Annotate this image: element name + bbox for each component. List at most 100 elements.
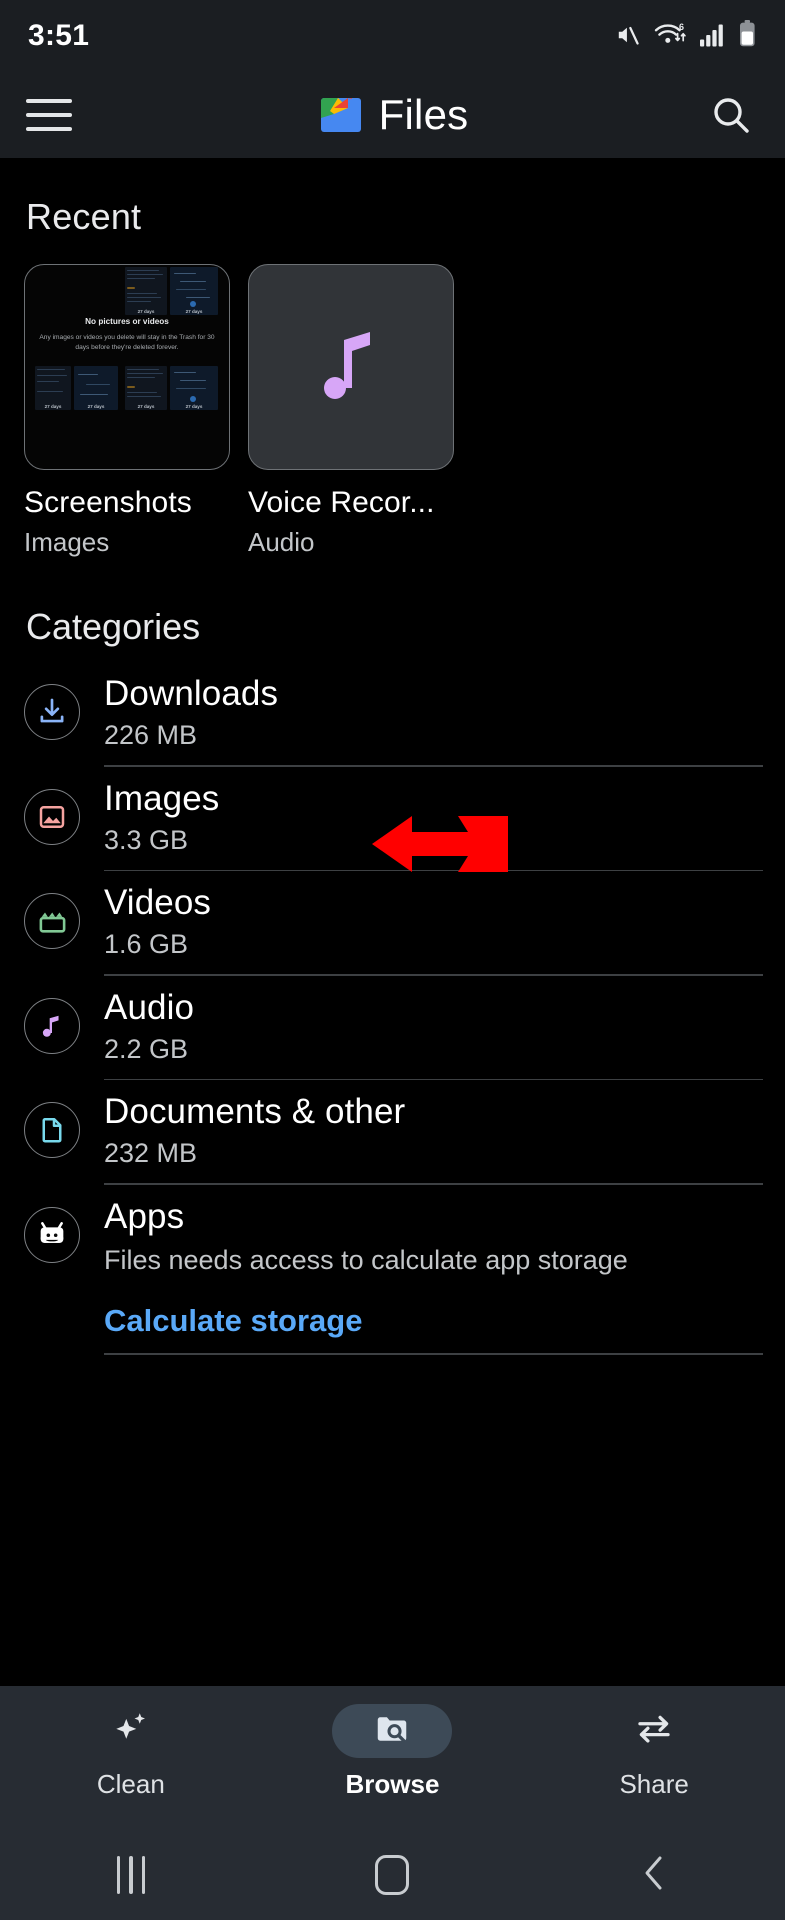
category-row-audio[interactable]: Audio 2.2 GB xyxy=(0,976,785,1080)
category-body: Images 3.3 GB xyxy=(104,767,785,871)
categories-heading: Categories xyxy=(26,606,201,647)
svg-text:6: 6 xyxy=(679,22,684,32)
category-description: Files needs access to calculate app stor… xyxy=(104,1244,628,1275)
collage-tile-caption: 27 days xyxy=(137,404,155,409)
category-row-videos[interactable]: Videos 1.6 GB xyxy=(0,871,785,976)
category-icon-wrap xyxy=(0,871,104,949)
system-navigation-bar xyxy=(0,1830,785,1920)
nav-pill xyxy=(71,1704,191,1758)
bottom-nav-item-browse[interactable]: Browse xyxy=(292,1704,492,1800)
recent-item-name: Voice Recor... xyxy=(248,486,435,519)
category-icon-wrap xyxy=(0,1185,104,1263)
category-row-apps[interactable]: Apps Files needs access to calculate app… xyxy=(0,1185,785,1355)
recent-thumbnail xyxy=(248,264,454,470)
collage-tile-caption: 27 days xyxy=(137,309,155,314)
status-bar: 3:51 6 xyxy=(0,0,785,72)
android-robot-icon xyxy=(24,1206,80,1263)
category-size: 232 MB xyxy=(104,1138,198,1168)
bottom-nav-item-share[interactable]: Share xyxy=(554,1704,754,1800)
category-body: Audio 2.2 GB xyxy=(104,976,785,1080)
collage-empty-title: No pictures or videos xyxy=(85,317,169,326)
recent-item-type: Images xyxy=(24,527,110,557)
image-icon xyxy=(24,788,80,845)
category-body: Videos 1.6 GB xyxy=(104,871,785,976)
category-name: Documents & other xyxy=(104,1092,406,1131)
collage-tile: 27 days xyxy=(125,267,167,315)
collage-empty-subtitle: Any images or videos you delete will sta… xyxy=(39,334,215,351)
category-size: 226 MB xyxy=(104,720,198,750)
collage-tile: 27 days xyxy=(125,366,167,410)
category-icon-wrap xyxy=(0,1080,104,1158)
collage-tile: 27 days xyxy=(74,366,118,410)
app-bar: Files xyxy=(0,72,785,158)
bottom-nav-label: Clean xyxy=(96,1769,165,1799)
recent-heading: Recent xyxy=(26,196,142,237)
music-note-icon xyxy=(24,997,80,1054)
bottom-nav-item-clean[interactable]: Clean xyxy=(31,1704,231,1800)
category-name: Videos xyxy=(104,883,211,922)
app-title: Files xyxy=(378,91,469,138)
status-icon-group: 6 xyxy=(613,19,757,53)
category-row-images[interactable]: Images 3.3 GB xyxy=(0,767,785,871)
category-row-downloads[interactable]: Downloads 226 MB xyxy=(0,662,785,767)
category-name: Audio xyxy=(104,987,195,1027)
recent-item-voice-recordings[interactable]: Voice Recor... Audio xyxy=(248,264,454,558)
recents-icon xyxy=(116,1856,146,1894)
category-size: 1.6 GB xyxy=(104,929,189,959)
swap-arrows-icon xyxy=(633,1708,675,1755)
recent-item-name: Screenshots xyxy=(24,486,192,519)
mute-icon xyxy=(613,22,643,53)
recents-button[interactable] xyxy=(56,1830,206,1920)
recent-list: 27 days 27 days No pictures or videos An… xyxy=(0,238,785,558)
divider xyxy=(104,1353,763,1355)
app-bar-title-group: Files xyxy=(0,91,785,139)
folder-search-icon xyxy=(373,1710,411,1753)
category-icon-wrap xyxy=(0,767,104,845)
calculate-storage-link[interactable]: Calculate storage xyxy=(104,1303,763,1339)
category-name: Images xyxy=(104,778,220,818)
collage-tile-caption: 27 days xyxy=(87,404,105,409)
phone-screen: 3:51 6 Files Recent 27 days 27 days No p… xyxy=(0,0,785,1920)
category-body: Documents & other 232 MB xyxy=(104,1080,785,1185)
categories-list: Downloads 226 MB Images 3.3 GB Videos 1.… xyxy=(0,662,785,1355)
collage-tile: 27 days xyxy=(35,366,71,410)
wifi6-icon: 6 xyxy=(654,21,688,53)
category-icon-wrap xyxy=(0,662,104,740)
category-row-documents[interactable]: Documents & other 232 MB xyxy=(0,1080,785,1185)
collage-tile: 27 days xyxy=(170,267,218,315)
screenshot-collage: 27 days 27 days No pictures or videos An… xyxy=(25,265,229,469)
collage-tile-caption: 27 days xyxy=(185,309,203,314)
collage-tile: 27 days xyxy=(170,366,218,410)
category-icon-wrap xyxy=(0,976,104,1054)
main-content: Recent 27 days 27 days No pictures or vi… xyxy=(0,158,785,1686)
status-time: 3:51 xyxy=(28,19,90,52)
home-icon xyxy=(375,1855,410,1895)
music-note-icon xyxy=(316,326,386,409)
nav-pill-active xyxy=(332,1704,453,1758)
video-clapperboard-icon xyxy=(24,893,80,949)
back-chevron-icon xyxy=(637,1852,671,1899)
home-button[interactable] xyxy=(317,1830,467,1920)
bottom-navigation-bar: Clean Browse Share xyxy=(0,1686,785,1830)
category-name: Downloads xyxy=(104,674,279,713)
collage-tile-caption: 27 days xyxy=(185,404,203,409)
files-by-google-logo xyxy=(317,91,365,139)
category-size: 3.3 GB xyxy=(104,824,189,855)
recent-item-type: Audio xyxy=(248,527,315,557)
search-icon[interactable] xyxy=(707,91,755,139)
sparkles-icon xyxy=(110,1708,152,1755)
document-icon xyxy=(24,1102,80,1158)
bottom-nav-label: Browse xyxy=(345,1769,440,1799)
bottom-nav-label: Share xyxy=(619,1769,689,1799)
download-icon xyxy=(24,684,80,740)
category-name: Apps xyxy=(104,1196,185,1236)
signal-icon xyxy=(699,22,727,53)
category-size: 2.2 GB xyxy=(104,1033,189,1064)
recent-item-screenshots[interactable]: 27 days 27 days No pictures or videos An… xyxy=(24,264,230,558)
recent-thumbnail: 27 days 27 days No pictures or videos An… xyxy=(24,264,230,470)
category-body: Downloads 226 MB xyxy=(104,662,785,767)
nav-pill xyxy=(594,1704,714,1758)
category-body: Apps Files needs access to calculate app… xyxy=(104,1185,785,1355)
battery-icon xyxy=(738,19,757,53)
back-button[interactable] xyxy=(579,1830,729,1920)
